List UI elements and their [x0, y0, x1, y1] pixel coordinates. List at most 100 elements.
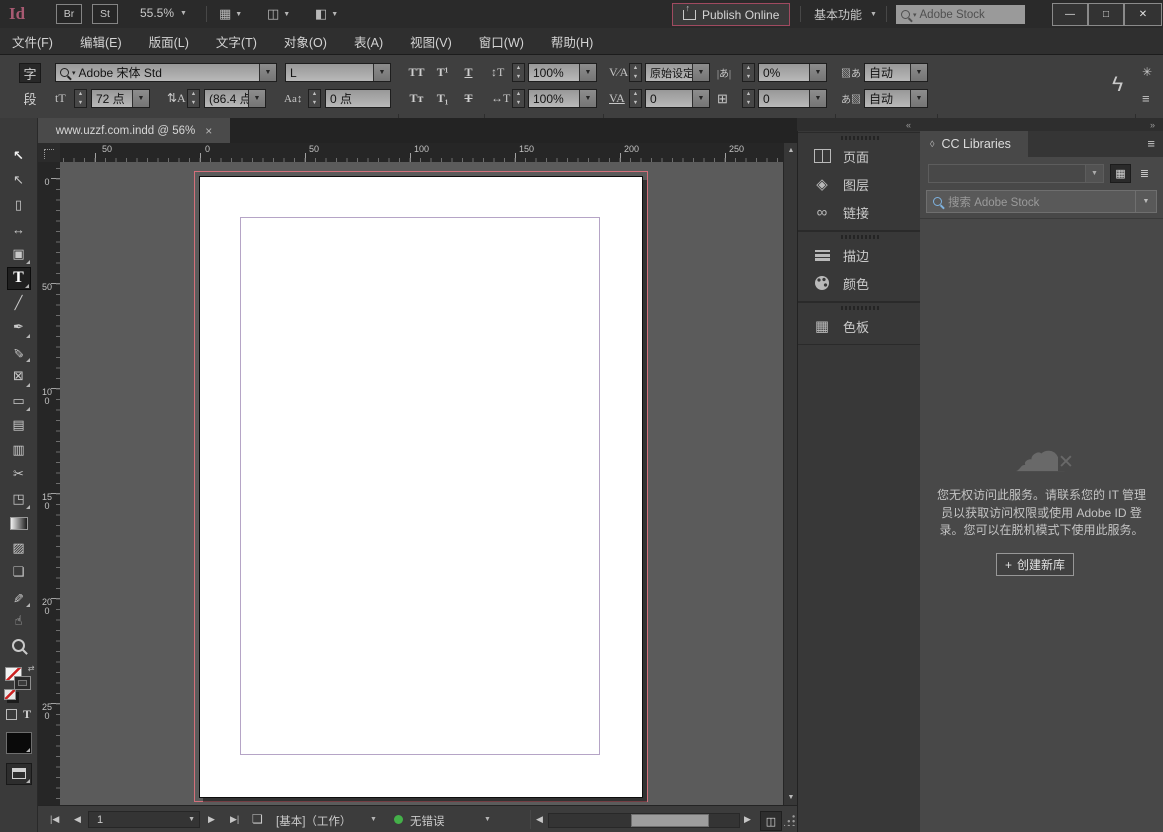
panel-tab-layers[interactable]: ◈图层 [798, 170, 921, 198]
dropdown-arrow-icon[interactable]: ▼ [910, 90, 927, 107]
panel-menu-icon[interactable]: ≡ [1147, 136, 1155, 151]
library-select-combo[interactable]: ▼ [928, 164, 1104, 183]
horizontal-scale-stepper[interactable]: ▲▼ [512, 89, 525, 108]
resize-grip[interactable] [784, 814, 796, 826]
dropdown-arrow-icon[interactable]: ▼ [1135, 191, 1156, 212]
gradient-swatch-tool[interactable] [7, 512, 31, 535]
arrange-documents-button[interactable]: ◧ ▼ [315, 6, 338, 22]
tracking-stepper[interactable]: ▲▼ [629, 89, 642, 108]
vertical-scale-combo[interactable]: 100% ▼ [528, 63, 597, 82]
panel-tab-links[interactable]: ∞链接 [798, 198, 921, 226]
direct-selection-tool[interactable]: ↖ [7, 169, 31, 192]
pencil-tool[interactable]: ✎ [7, 340, 31, 363]
document-tab[interactable]: www.uzzf.com.indd @ 56% × [38, 118, 230, 143]
chevron-down-icon[interactable]: ▼ [484, 816, 491, 823]
gear-icon[interactable]: ✳ [1142, 65, 1152, 79]
vertical-scrollbar[interactable]: ▲ ▼ [783, 143, 798, 805]
font-family-combo[interactable]: ▾Adobe 宋体 Std ▼ [55, 63, 277, 82]
eyedropper-tool[interactable]: ✐ [7, 585, 31, 608]
note-tool[interactable]: ❏ [7, 561, 31, 584]
horizontal-grid-tool[interactable]: ▤ [7, 414, 31, 437]
first-page-button[interactable]: |◀ [50, 814, 59, 825]
panel-tab-pages[interactable]: 页面 [798, 142, 921, 170]
default-fill-stroke-icon[interactable] [4, 689, 16, 700]
aki-combo[interactable]: 0 ▼ [758, 89, 827, 108]
menu-item-5[interactable]: 对象(O) [284, 32, 327, 51]
menu-item-4[interactable]: 文字(T) [216, 32, 257, 51]
dropdown-arrow-icon[interactable]: ▼ [132, 90, 149, 107]
font-size-stepper[interactable]: ▲▼ [74, 89, 87, 108]
paragraph-formatting-button[interactable]: 段 [19, 88, 41, 108]
character-formatting-button[interactable]: 字 [19, 63, 41, 83]
font-size-combo[interactable]: 72 点 ▼ [91, 89, 150, 108]
document-page[interactable] [199, 176, 643, 798]
last-page-button[interactable]: ▶| [230, 814, 239, 825]
quick-apply-icon[interactable]: ϟ [1112, 73, 1123, 97]
expand-panels-icon[interactable]: » [1150, 120, 1155, 130]
create-new-library-button[interactable]: + 创建新库 [996, 553, 1074, 576]
gap-tool[interactable]: ↔ [7, 218, 31, 241]
close-button[interactable]: ✕ [1124, 3, 1162, 26]
tab-cc-libraries[interactable]: ◊ CC Libraries [920, 131, 1028, 157]
dropdown-arrow-icon[interactable]: ▼ [373, 64, 390, 81]
tracking-combo[interactable]: 0 ▼ [645, 89, 710, 108]
tab-close-icon[interactable]: × [205, 124, 212, 138]
scroll-right-button[interactable]: ▶ [744, 814, 751, 825]
menu-item-7[interactable]: 视图(V) [410, 32, 452, 51]
ruler-origin-box[interactable] [38, 143, 61, 163]
collapse-panels-icon[interactable]: « [906, 120, 911, 130]
tsume-stepper[interactable]: ▲▼ [742, 63, 755, 82]
type-tool[interactable]: T [7, 267, 31, 290]
workspace-switcher[interactable]: 基本功能 ▼ [814, 6, 877, 23]
formatting-affects-container-button[interactable] [6, 709, 17, 720]
page-tool[interactable]: ▯ [7, 193, 31, 216]
scroll-up-button[interactable]: ▲ [784, 143, 798, 158]
vertical-ruler[interactable]: 050100150200250300 [38, 162, 61, 805]
group-grip[interactable] [841, 306, 879, 310]
list-view-button[interactable]: ≣ [1134, 164, 1155, 183]
all-caps-button[interactable]: TT [405, 63, 428, 82]
scissors-tool[interactable]: ✂ [7, 463, 31, 486]
type-style-combo[interactable]: L ▼ [285, 63, 391, 82]
line-tool[interactable]: ╱ [7, 291, 31, 314]
next-page-button[interactable]: ▶ [208, 814, 215, 825]
strikethrough-button[interactable]: T [457, 89, 480, 108]
pasteboard[interactable] [60, 162, 783, 805]
panel-menu-icon[interactable]: ≡ [1142, 91, 1150, 106]
menu-item-9[interactable]: 帮助(H) [551, 32, 593, 51]
horizontal-scrollbar[interactable] [548, 813, 740, 828]
screen-mode-menu-button[interactable]: ◫ ▼ [267, 6, 290, 22]
small-caps-button[interactable]: Tᴛ [405, 89, 428, 108]
cc-search-input[interactable]: 搜索 Adobe Stock ▼ [926, 190, 1157, 213]
scroll-down-button[interactable]: ▼ [784, 790, 798, 805]
dropdown-arrow-icon[interactable]: ▼ [1085, 165, 1103, 182]
gradient-feather-tool[interactable]: ▨ [7, 536, 31, 559]
stroke-color-swatch[interactable] [14, 676, 31, 690]
view-options-button[interactable]: ▦ ▼ [219, 6, 242, 22]
zoom-level-dropdown[interactable]: 55.5% ▼ [140, 6, 187, 20]
dropdown-arrow-icon[interactable]: ▼ [248, 90, 265, 107]
swap-fill-stroke-icon[interactable]: ⇄ [28, 664, 35, 673]
grid-view-button[interactable]: ▦ [1110, 164, 1131, 183]
tsume-combo[interactable]: 0% ▼ [758, 63, 827, 82]
panel-tab-stroke[interactable]: 描边 [798, 241, 921, 269]
selection-tool[interactable]: ↖ [7, 144, 31, 167]
dropdown-arrow-icon[interactable]: ▼ [692, 64, 709, 81]
dropdown-arrow-icon[interactable]: ▼ [809, 64, 826, 81]
adobe-stock-search-input[interactable]: ▾ Adobe Stock [896, 5, 1025, 24]
underline-button[interactable]: T [457, 63, 480, 82]
vertical-grid-tool[interactable]: ▥ [7, 438, 31, 461]
bridge-button[interactable]: Br [56, 4, 82, 24]
baseline-shift-stepper[interactable]: ▲▼ [308, 89, 321, 108]
menu-item-8[interactable]: 窗口(W) [479, 32, 524, 51]
menu-item-3[interactable]: 版面(L) [149, 32, 189, 51]
dropdown-arrow-icon[interactable]: ▼ [692, 90, 709, 107]
pen-tool[interactable]: ✒ [7, 316, 31, 339]
chevron-down-icon[interactable]: ▼ [370, 816, 377, 823]
scroll-left-button[interactable]: ◀ [536, 814, 543, 825]
menu-item-2[interactable]: 编辑(E) [80, 32, 122, 51]
kerning-combo[interactable]: 原始设定 ▼ [645, 63, 710, 82]
leading-stepper[interactable]: ▲▼ [187, 89, 200, 108]
apply-color-button[interactable] [6, 732, 32, 754]
hand-tool[interactable]: ☝ [7, 610, 31, 633]
